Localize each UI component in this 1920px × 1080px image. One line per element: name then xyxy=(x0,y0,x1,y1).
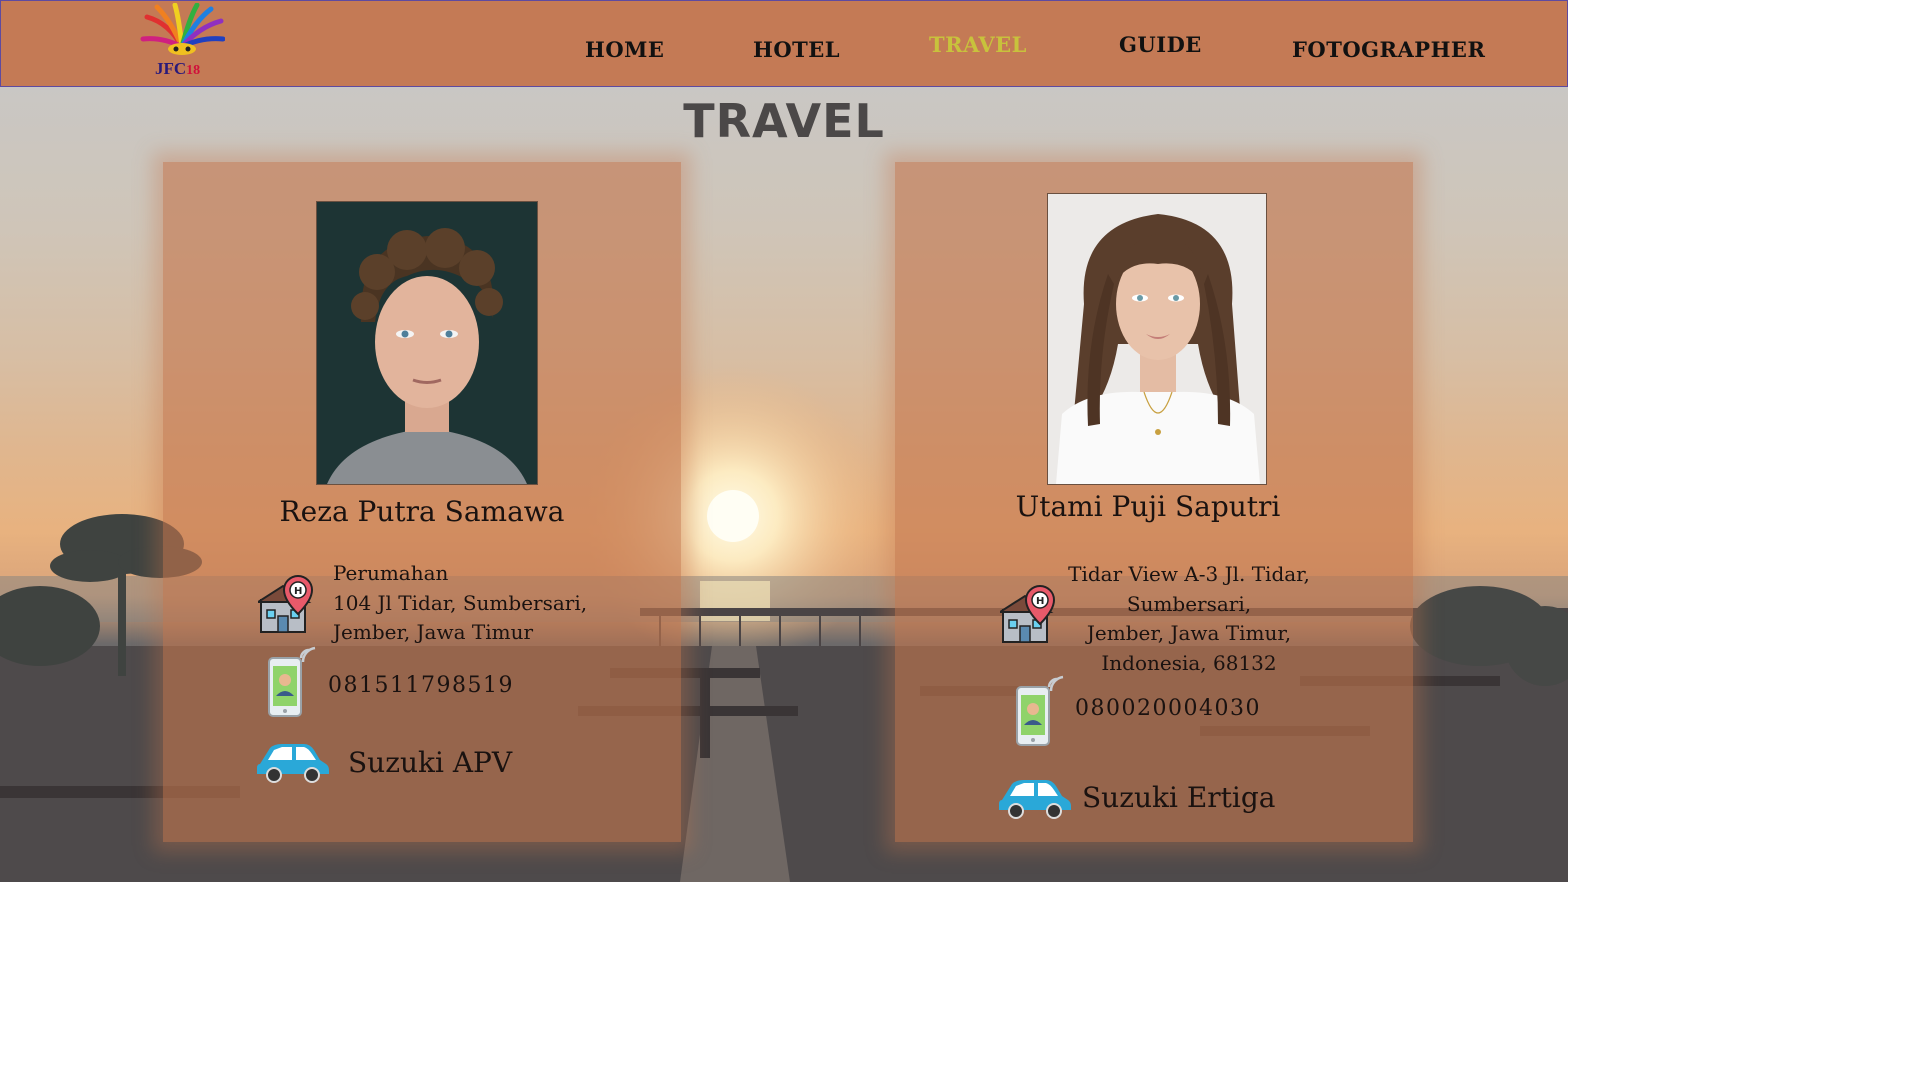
travel-agent-vehicle: Suzuki Ertiga xyxy=(1082,781,1276,814)
brand-logo[interactable]: JFC18 xyxy=(139,2,226,81)
feather-mask-icon xyxy=(140,2,226,55)
travel-agent-vehicle: Suzuki APV xyxy=(348,746,513,779)
nav-fotographer[interactable]: FOTOGRAPHER xyxy=(1292,37,1485,62)
nav-guide[interactable]: GUIDE xyxy=(1119,32,1202,57)
profile-photo xyxy=(1047,193,1267,485)
smartphone-contact-icon xyxy=(1015,675,1067,751)
travel-agent-address: Tidar View A-3 Jl. Tidar, Sumbersari, Je… xyxy=(1068,562,1310,675)
hotel-location-icon: H xyxy=(254,574,316,638)
travel-agent-address: Perumahan 104 Jl Tidar, Sumbersari, Jemb… xyxy=(333,561,588,644)
travel-agent-card: Utami Puji Saputri H Tidar View A-3 Jl. … xyxy=(895,162,1413,842)
top-navigation-bar: JFC18 HOME HOTEL TRAVEL GUIDE FOTOGRAPHE… xyxy=(0,0,1568,87)
page-title: TRAVEL xyxy=(683,94,885,148)
nav-travel[interactable]: TRAVEL xyxy=(929,32,1027,57)
travel-agent-card: Reza Putra Samawa H Perumahan 104 Jl Tid… xyxy=(163,162,681,842)
nav-hotel[interactable]: HOTEL xyxy=(753,37,840,62)
nav-home[interactable]: HOME xyxy=(585,37,664,62)
smartphone-contact-icon xyxy=(267,646,319,722)
travel-agent-phone: 081511798519 xyxy=(328,673,514,698)
profile-photo xyxy=(316,201,538,485)
travel-agent-phone: 080020004030 xyxy=(1075,696,1261,721)
svg-text:H: H xyxy=(1036,596,1044,607)
logo-text: JFC18 xyxy=(155,59,201,78)
travel-agent-name: Reza Putra Samawa xyxy=(279,495,565,528)
hotel-location-icon: H xyxy=(996,584,1058,648)
car-icon xyxy=(998,778,1072,824)
car-icon xyxy=(256,742,330,788)
travel-agent-name: Utami Puji Saputri xyxy=(1015,490,1281,523)
svg-text:H: H xyxy=(294,586,302,597)
